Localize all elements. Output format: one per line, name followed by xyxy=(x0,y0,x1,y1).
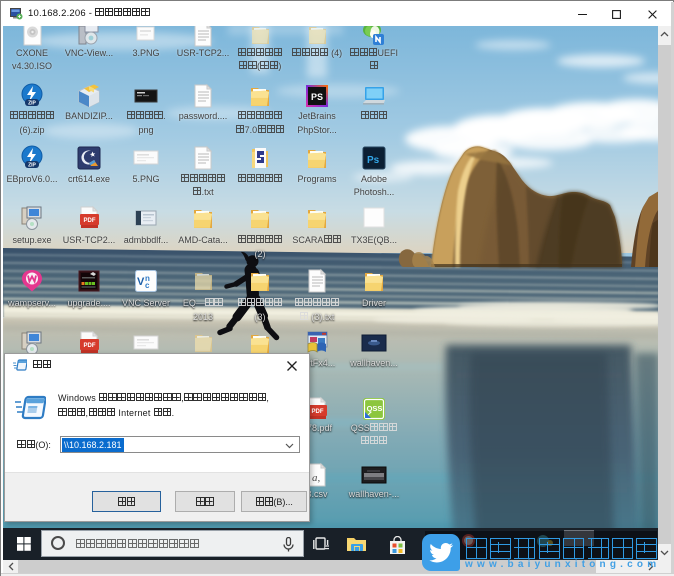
svg-text:PDF: PDF xyxy=(84,343,96,349)
svg-text:PS: PS xyxy=(311,92,323,102)
svg-text:QSS: QSS xyxy=(367,404,383,413)
svg-text:ZIP: ZIP xyxy=(28,162,36,168)
svg-text:c: c xyxy=(145,281,150,290)
svg-text:Ps: Ps xyxy=(367,155,380,166)
svg-text:a,: a, xyxy=(312,472,321,484)
svg-text:PDF: PDF xyxy=(84,218,96,224)
svg-text:V: V xyxy=(137,276,145,288)
svg-text:PDF: PDF xyxy=(312,409,324,415)
svg-text:ZIP: ZIP xyxy=(28,101,36,107)
